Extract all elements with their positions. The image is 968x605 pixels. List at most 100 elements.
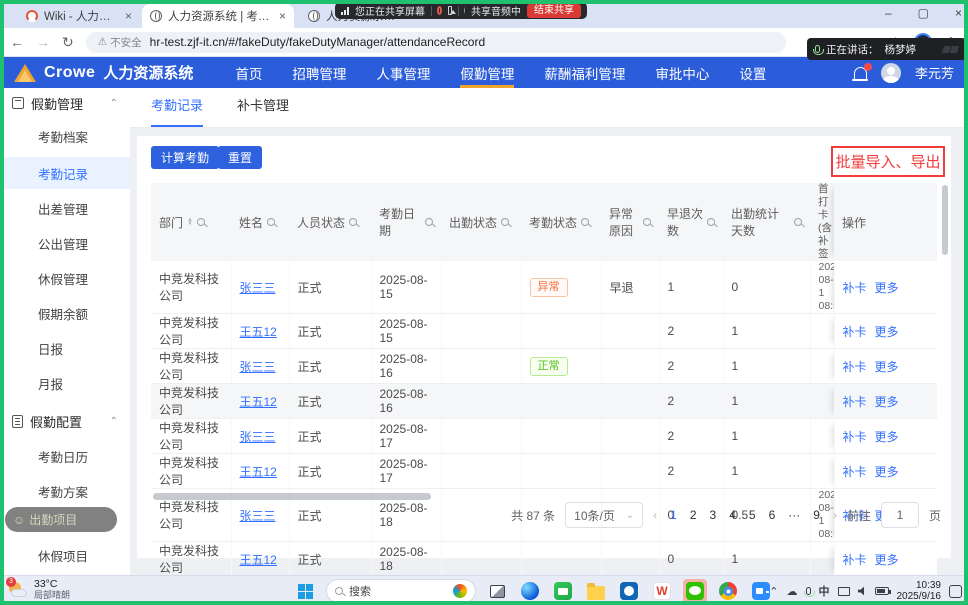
annotation-icon[interactable]: [448, 6, 452, 15]
search-icon[interactable]: [197, 218, 205, 226]
col-dept[interactable]: 部门▲▼: [151, 183, 231, 261]
more-link[interactable]: 更多: [875, 281, 899, 295]
notification-bell-icon[interactable]: [854, 67, 867, 79]
sidebar-item-attendance-items[interactable]: 出勤项目: [29, 511, 77, 528]
volume-icon[interactable]: [858, 587, 867, 596]
onedrive-cloud-icon[interactable]: ☁: [787, 585, 798, 598]
nav-leave[interactable]: 假勤管理: [460, 57, 514, 88]
tab-card-replacement[interactable]: 补卡管理: [237, 95, 289, 127]
nav-recruit[interactable]: 招聘管理: [292, 57, 346, 88]
more-link[interactable]: 更多: [875, 465, 899, 479]
prev-page-icon[interactable]: ‹: [653, 508, 657, 522]
next-page-icon[interactable]: ›: [833, 508, 837, 522]
more-link[interactable]: 更多: [875, 395, 899, 409]
nav-home[interactable]: 首页: [235, 57, 262, 88]
goto-page-input[interactable]: [881, 502, 919, 528]
search-icon[interactable]: [643, 218, 651, 226]
search-icon[interactable]: [707, 218, 715, 226]
scrollbar-thumb[interactable]: [153, 493, 431, 500]
browser-tab-attendance[interactable]: 人力资源系统 | 考勤记录 ×: [142, 4, 294, 28]
edge-button[interactable]: [518, 579, 542, 603]
col-early-count[interactable]: 早退次数: [659, 183, 723, 261]
search-icon[interactable]: [267, 218, 275, 226]
sidebar-item-monthly-report[interactable]: 月报: [0, 368, 130, 398]
page-number[interactable]: 9: [813, 508, 820, 522]
mail-button[interactable]: [551, 579, 575, 603]
wechat-button[interactable]: [683, 579, 707, 603]
task-view-button[interactable]: [485, 579, 509, 603]
weather-widget[interactable]: 3 33°C 局部晴朗: [8, 579, 70, 601]
tab-close-icon[interactable]: ×: [279, 9, 286, 23]
window-close-icon[interactable]: ×: [955, 6, 962, 20]
browser-tab-wiki[interactable]: Wiki - 人力资源系统 - 中竞发 ×: [18, 4, 140, 28]
scrollbar-thumb[interactable]: [942, 185, 948, 255]
page-number[interactable]: 3: [710, 508, 717, 522]
page-ellipsis[interactable]: ···: [788, 508, 800, 522]
outlook-button[interactable]: [617, 579, 641, 603]
notification-center-icon[interactable]: [949, 585, 962, 598]
taskbar-search[interactable]: 搜索: [326, 579, 476, 603]
employee-link[interactable]: 王五12: [240, 395, 277, 409]
buka-link[interactable]: 补卡: [843, 395, 867, 409]
page-number[interactable]: 2: [690, 508, 697, 522]
buka-link[interactable]: 补卡: [843, 553, 867, 567]
cast-display-icon[interactable]: [838, 587, 850, 596]
employee-link[interactable]: 张三三: [240, 360, 276, 374]
col-reason[interactable]: 异常原因: [601, 183, 659, 261]
more-link[interactable]: 更多: [875, 360, 899, 374]
more-link[interactable]: 更多: [875, 325, 899, 339]
more-link[interactable]: 更多: [875, 430, 899, 444]
chrome-button[interactable]: [716, 579, 740, 603]
sidebar-item-attendance-plan[interactable]: 考勤方案: [0, 476, 130, 506]
record-icon[interactable]: [437, 6, 442, 15]
file-explorer-button[interactable]: [584, 579, 608, 603]
page-number[interactable]: 4: [729, 508, 736, 522]
sidebar-item-attendance-archive[interactable]: 考勤档案: [0, 121, 130, 151]
employee-link[interactable]: 王五12: [240, 325, 277, 339]
start-button[interactable]: [293, 579, 317, 603]
employee-link[interactable]: 王五12: [240, 465, 277, 479]
battery-icon[interactable]: [875, 587, 889, 595]
page-number[interactable]: 1: [670, 508, 677, 522]
taskbar-clock[interactable]: 10:39 2025/9/16: [897, 580, 942, 602]
employee-link[interactable]: 张三三: [240, 430, 276, 444]
col-status[interactable]: 人员状态: [289, 183, 371, 261]
sidebar-item-attendance-calendar[interactable]: 考勤日历: [0, 441, 130, 471]
tab-close-icon[interactable]: ×: [125, 9, 132, 23]
page-number[interactable]: 6: [769, 508, 776, 522]
col-date[interactable]: 考勤日期: [371, 183, 441, 261]
buka-link[interactable]: 补卡: [843, 281, 867, 295]
search-icon[interactable]: [425, 218, 433, 226]
calculate-attendance-button[interactable]: 计算考勤: [151, 146, 219, 169]
table-vertical-scrollbar[interactable]: [942, 183, 948, 489]
buka-link[interactable]: 补卡: [843, 430, 867, 444]
table-horizontal-scrollbar[interactable]: [151, 493, 937, 500]
sidebar-item-daily-report[interactable]: 日报: [0, 333, 130, 363]
col-days[interactable]: 出勤统计天数: [723, 183, 810, 261]
wps-button[interactable]: W: [650, 579, 674, 603]
col-check-status[interactable]: 考勤状态: [521, 183, 601, 261]
employee-link[interactable]: 张三三: [240, 281, 276, 295]
reload-icon[interactable]: ↻: [62, 35, 74, 49]
reset-button[interactable]: 重置: [218, 146, 262, 169]
sidebar-item-attendance-record[interactable]: 考勤记录: [0, 157, 130, 189]
employee-link[interactable]: 王五12: [240, 553, 277, 567]
forward-icon[interactable]: →: [36, 35, 50, 49]
page-size-select[interactable]: 10条/页 ⌄: [565, 502, 643, 528]
buka-link[interactable]: 补卡: [843, 325, 867, 339]
nav-payroll[interactable]: 薪酬福利管理: [544, 57, 625, 88]
buka-link[interactable]: 补卡: [843, 360, 867, 374]
sidebar-item-vacation-items[interactable]: 休假项目: [0, 540, 130, 570]
search-icon[interactable]: [581, 218, 589, 226]
sort-icon[interactable]: ▲▼: [187, 218, 193, 226]
employee-link[interactable]: 张三三: [240, 509, 276, 523]
col-att-status[interactable]: 出勤状态: [441, 183, 521, 261]
sidebar-group-leave[interactable]: 假勤管理 ⌃: [0, 88, 130, 118]
user-name[interactable]: 李元芳: [915, 63, 954, 82]
user-avatar[interactable]: [881, 63, 901, 83]
search-icon[interactable]: [794, 218, 802, 226]
nav-approval[interactable]: 审批中心: [655, 57, 709, 88]
nav-settings[interactable]: 设置: [739, 57, 766, 88]
back-icon[interactable]: ←: [10, 35, 24, 49]
sidebar-group-leave-config[interactable]: 假勤配置 ⌃: [0, 406, 130, 436]
